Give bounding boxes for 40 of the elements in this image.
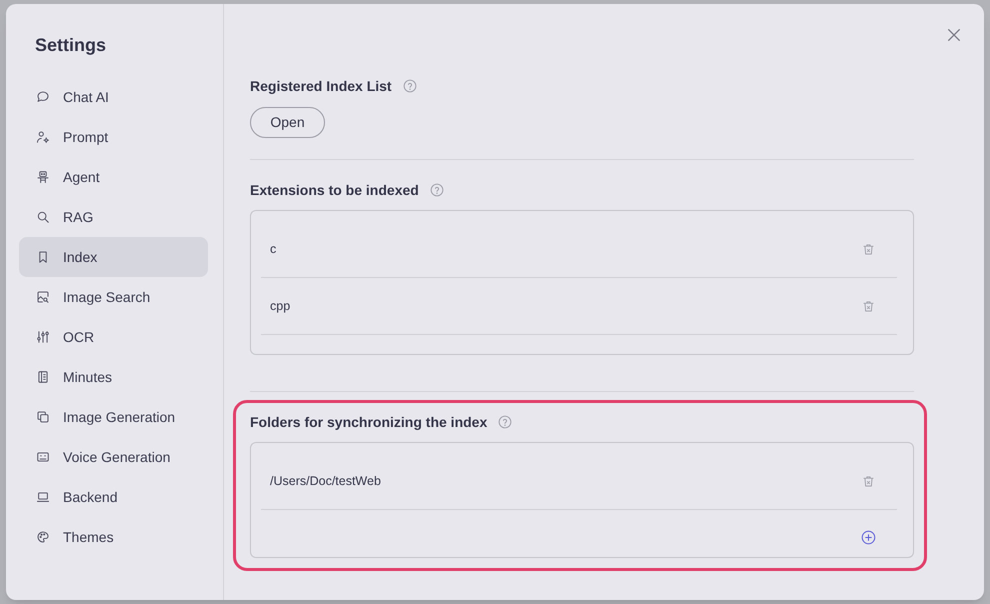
sidebar-item[interactable]: Image Search (19, 277, 208, 317)
search-icon (36, 210, 50, 224)
sidebar-item[interactable]: Index (19, 237, 208, 277)
sidebar-item[interactable]: Agent (19, 157, 208, 197)
list-item-text: c (270, 240, 276, 258)
person-gear-icon (36, 130, 50, 144)
sidebar-item[interactable]: Voice Generation (19, 437, 208, 477)
sidebar-item[interactable]: Image Generation (19, 397, 208, 437)
sidebar-item[interactable]: Minutes (19, 357, 208, 397)
sidebar-item[interactable]: OCR (19, 317, 208, 357)
sidebar-item[interactable]: Prompt (19, 117, 208, 157)
notebook-icon (36, 370, 50, 384)
screen-icon (36, 450, 50, 464)
section-heading: Extensions to be indexed (250, 180, 419, 200)
section-heading: Registered Index List (250, 76, 392, 96)
add-icon[interactable] (861, 530, 876, 545)
section-heading: Folders for synchronizing the index (250, 412, 488, 432)
chat-bubble-icon (36, 90, 50, 104)
help-icon[interactable] (430, 183, 444, 197)
trash-icon[interactable] (862, 474, 875, 488)
copy-icon (36, 410, 50, 424)
sliders-icon (36, 330, 50, 344)
image-search-icon (36, 290, 50, 304)
open-button[interactable]: Open (250, 107, 325, 138)
sidebar-item[interactable]: RAG (19, 197, 208, 237)
list-item-text: cpp (270, 298, 290, 315)
robot-icon (36, 170, 50, 184)
trash-icon[interactable] (862, 242, 875, 256)
list-item-text: /Users/Doc/testWeb (270, 472, 381, 490)
trash-icon[interactable] (862, 300, 875, 312)
close-icon (948, 29, 960, 41)
laptop-icon (36, 490, 50, 504)
sidebar-item[interactable]: Backend (19, 477, 208, 517)
sidebar-item[interactable]: Chat AI (19, 77, 208, 117)
help-icon[interactable] (402, 79, 417, 93)
help-icon[interactable] (498, 415, 512, 429)
palette-icon (36, 530, 50, 544)
dialog-title: Settings (34, 34, 108, 57)
sidebar-item[interactable]: Themes (19, 517, 208, 557)
close-button[interactable] (948, 29, 960, 41)
